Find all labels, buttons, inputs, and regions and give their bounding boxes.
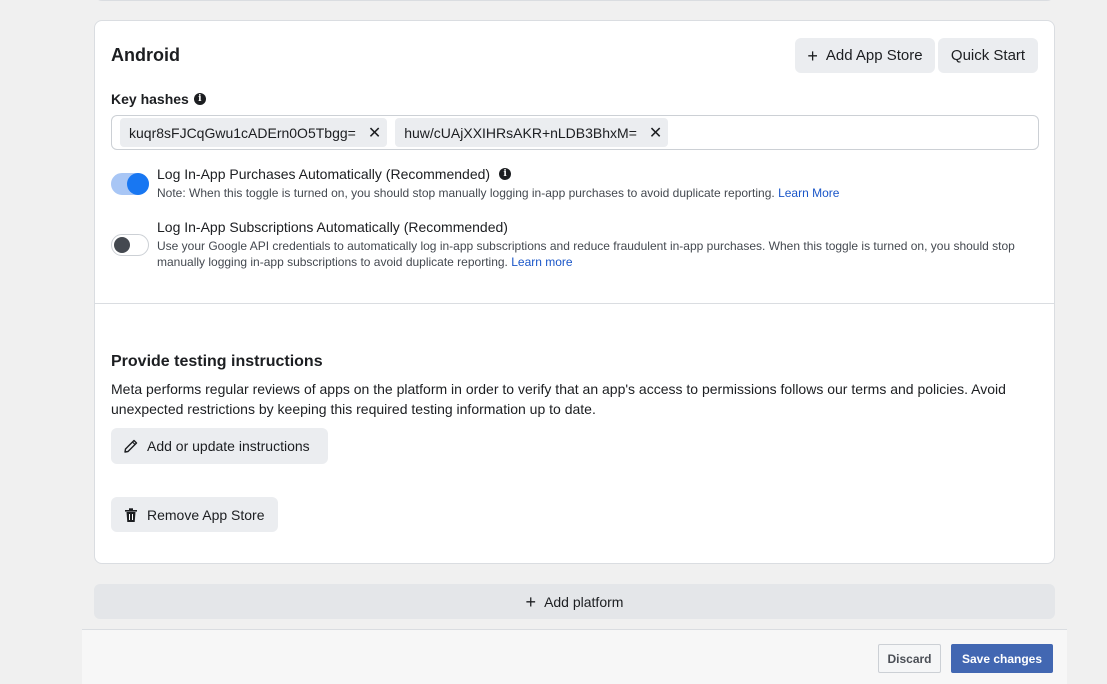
log-subscriptions-title-text: Log In-App Subscriptions Automatically (… xyxy=(157,219,508,235)
key-hash-chip: kuqr8sFJCqGwu1cADErn0O5Tbgg= ✕ xyxy=(120,118,388,147)
log-subscriptions-note-line2: manually logging in-app subscriptions to… xyxy=(157,254,1015,270)
log-subscriptions-note: Use your Google API credentials to autom… xyxy=(157,238,1015,270)
key-hashes-input[interactable]: kuqr8sFJCqGwu1cADErn0O5Tbgg= ✕ huw/cUAjX… xyxy=(111,115,1039,150)
log-purchases-title: Log In-App Purchases Automatically (Reco… xyxy=(157,166,512,182)
log-subscriptions-note-line1: Use your Google API credentials to autom… xyxy=(157,239,1015,253)
add-platform-label: Add platform xyxy=(544,593,624,610)
close-icon[interactable]: ✕ xyxy=(368,123,381,143)
pencil-icon xyxy=(123,438,139,454)
toggle-knob xyxy=(127,173,149,195)
log-subscriptions-title: Log In-App Subscriptions Automatically (… xyxy=(157,219,508,235)
add-instructions-label: Add or update instructions xyxy=(147,438,310,454)
quick-start-label: Quick Start xyxy=(950,47,1026,64)
save-changes-button[interactable]: Save changes xyxy=(951,644,1053,673)
remove-app-store-button[interactable]: Remove App Store xyxy=(111,497,278,532)
section-divider xyxy=(95,303,1054,304)
add-app-store-button[interactable]: + Add App Store xyxy=(795,38,935,73)
add-app-store-label: Add App Store xyxy=(825,47,923,64)
quick-start-button[interactable]: Quick Start xyxy=(938,38,1038,73)
key-hash-chip: huw/cUAjXXIHRsAKR+nLDB3BhxM= ✕ xyxy=(395,118,669,147)
info-icon[interactable]: i xyxy=(193,93,206,105)
previous-card-bottom xyxy=(94,0,1055,1)
platform-title: Android xyxy=(111,45,180,65)
learn-more-link[interactable]: Learn more xyxy=(511,255,572,269)
plus-icon: + xyxy=(525,591,537,612)
log-purchases-toggle[interactable] xyxy=(111,173,149,195)
log-purchases-title-text: Log In-App Purchases Automatically (Reco… xyxy=(157,166,491,182)
toggle-knob xyxy=(114,237,130,253)
log-purchases-note-text: Note: When this toggle is turned on, you… xyxy=(157,186,775,200)
testing-section-description: Meta performs regular reviews of apps on… xyxy=(111,381,1006,417)
plus-icon: + xyxy=(807,45,818,66)
key-hashes-label: Key hashes i xyxy=(111,91,206,107)
add-platform-button[interactable]: + Add platform xyxy=(94,584,1055,619)
info-icon[interactable]: i xyxy=(499,168,512,180)
android-platform-card: Android + Add App Store Quick Start Key … xyxy=(94,20,1055,564)
add-instructions-button[interactable]: Add or update instructions xyxy=(111,428,328,464)
log-subscriptions-toggle[interactable] xyxy=(111,234,149,256)
log-purchases-note: Note: When this toggle is turned on, you… xyxy=(157,185,839,201)
key-hash-value: kuqr8sFJCqGwu1cADErn0O5Tbgg= xyxy=(129,124,356,141)
remove-app-store-label: Remove App Store xyxy=(147,506,265,523)
log-subscriptions-note-line2-text: manually logging in-app subscriptions to… xyxy=(157,255,508,269)
close-icon[interactable]: ✕ xyxy=(649,123,662,143)
learn-more-link[interactable]: Learn More xyxy=(778,186,839,200)
key-hash-value: huw/cUAjXXIHRsAKR+nLDB3BhxM= xyxy=(404,124,637,141)
testing-section-title: Provide testing instructions xyxy=(111,353,323,370)
footer-bar: Discard Save changes xyxy=(82,629,1067,684)
trash-icon xyxy=(123,507,139,523)
key-hashes-label-text: Key hashes xyxy=(111,91,189,107)
discard-button[interactable]: Discard xyxy=(878,644,941,673)
